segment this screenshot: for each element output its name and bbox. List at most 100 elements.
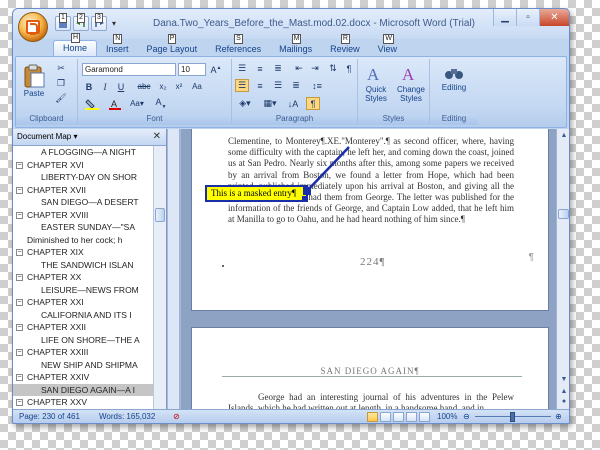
subscript-button[interactable]: x₂ <box>156 80 170 93</box>
document-map-item[interactable]: − CHAPTER XXI <box>13 296 153 309</box>
scroll-down-icon[interactable]: ▼ <box>558 374 569 386</box>
tab-review[interactable]: Review R <box>321 34 369 56</box>
decrease-indent-button[interactable]: ⇤ <box>292 62 306 75</box>
align-center-button[interactable]: ≡ <box>253 79 267 92</box>
full-screen-reading-button[interactable] <box>380 412 391 422</box>
print-layout-button[interactable] <box>367 412 378 422</box>
close-pane-icon[interactable]: ✕ <box>153 131 161 142</box>
zoom-in-icon[interactable]: ⊕ <box>555 412 562 421</box>
document-map-item[interactable]: A FLOGGING—A NIGHT <box>13 146 153 159</box>
document-map-item[interactable]: SAN DIEGO AGAIN—A I <box>13 383 153 396</box>
customize-qat-icon[interactable]: ▾ <box>112 16 116 31</box>
web-layout-button[interactable] <box>393 412 404 422</box>
close-button[interactable]: ✕ <box>539 9 569 26</box>
cut-button[interactable]: ✂ <box>54 62 68 75</box>
zoom-slider-thumb[interactable] <box>510 412 515 422</box>
numbering-button[interactable]: ≡ <box>253 62 267 75</box>
document-map-item[interactable]: − CHAPTER XVIII <box>13 209 153 222</box>
font-case-button[interactable]: Aa▾ <box>128 97 146 110</box>
document-map-item[interactable]: SAN DIEGO—A DESERT <box>13 196 153 209</box>
minimize-button[interactable]: ▁ <box>493 9 516 26</box>
zoom-level[interactable]: 100% <box>437 412 457 421</box>
borders-button[interactable]: ▦▾ <box>260 97 280 110</box>
document-map-item[interactable]: − CHAPTER XX <box>13 271 153 284</box>
strikethrough-button[interactable]: abc <box>134 80 154 93</box>
tab-page-layout[interactable]: Page Layout P <box>138 34 207 56</box>
document-map-item[interactable]: NEW SHIP AND SHIPMA <box>13 359 153 372</box>
maximize-button[interactable]: ▫ <box>516 9 539 26</box>
document-map-item[interactable]: − CHAPTER XXIV <box>13 371 153 384</box>
font-size-select[interactable]: 10 <box>178 63 206 76</box>
chevron-down-icon[interactable]: ▾ <box>73 132 77 141</box>
change-styles-button[interactable]: A Change Styles <box>394 63 428 103</box>
align-left-button[interactable]: ☰ <box>235 79 249 92</box>
format-painter-button[interactable]: 🖌 <box>54 92 68 105</box>
document-map-item[interactable]: LIFE ON SHORE—THE A <box>13 334 153 347</box>
scroll-up-icon[interactable]: ▲ <box>558 130 569 142</box>
collapse-icon[interactable]: − <box>16 349 23 357</box>
document-map-item[interactable]: − CHAPTER XIX <box>13 246 153 259</box>
align-right-button[interactable]: ☰ <box>271 79 285 92</box>
font-family-select[interactable]: Garamond <box>82 63 176 76</box>
document-map-title[interactable]: Document Map <box>17 132 71 141</box>
document-map-item[interactable]: − CHAPTER XXII <box>13 321 153 334</box>
grow-font-button[interactable]: A▲ <box>209 63 223 76</box>
line-spacing-button[interactable]: ↕≡ <box>308 79 326 92</box>
clear-format-button[interactable]: A▼ <box>152 97 170 110</box>
document-map-item[interactable]: CALIFORNIA AND ITS I <box>13 309 153 322</box>
multilevel-list-button[interactable]: ≣ <box>271 62 285 75</box>
collapse-icon[interactable]: − <box>16 211 23 219</box>
quick-styles-button[interactable]: A Quick Styles <box>360 63 392 103</box>
pilcrow-toggle-button[interactable]: ¶ <box>306 97 320 110</box>
sort-button[interactable]: ⇅ <box>326 62 340 75</box>
bold-button[interactable]: B <box>82 80 96 93</box>
document-map-item[interactable]: THE SANDWICH ISLAN <box>13 259 153 272</box>
proofing-icon[interactable]: ⊘ <box>173 412 180 421</box>
document-map-item[interactable]: EASTER SUNDAY—"SA <box>13 221 153 234</box>
word-count[interactable]: Words: 165,032 <box>99 412 155 421</box>
zoom-out-icon[interactable]: ⊖ <box>463 412 470 421</box>
outline-button[interactable] <box>406 412 417 422</box>
collapse-icon[interactable]: − <box>16 274 23 282</box>
page-225[interactable]: SAN DIEGO AGAIN¶ George had an interesti… <box>191 327 549 411</box>
document-map-item[interactable]: − CHAPTER XVII <box>13 184 153 197</box>
tab-view[interactable]: View W <box>369 34 406 56</box>
shading-button[interactable]: ◈▾ <box>235 97 255 110</box>
document-map-item[interactable]: − CHAPTER XVI <box>13 159 153 172</box>
underline-button[interactable]: U <box>114 80 128 93</box>
italic-button[interactable]: I <box>98 80 112 93</box>
collapse-icon[interactable]: − <box>16 161 23 169</box>
document-scroll-thumb[interactable] <box>558 209 569 219</box>
document-map-item[interactable]: − CHAPTER XXV <box>13 396 153 409</box>
collapse-icon[interactable]: − <box>16 374 23 382</box>
editing-button[interactable]: Editing <box>436 63 472 92</box>
office-button[interactable] <box>18 12 48 42</box>
document-map-item[interactable]: LIBERTY-DAY ON SHOR <box>13 171 153 184</box>
redo-button[interactable]: 3 <box>91 13 107 31</box>
collapse-icon[interactable]: − <box>16 299 23 307</box>
document-map-item[interactable]: Diminished to her cock; h <box>13 234 153 247</box>
justify-button[interactable]: ≣ <box>289 79 303 92</box>
collapse-icon[interactable]: − <box>16 186 23 194</box>
sort-az-button[interactable]: ↓A <box>284 97 302 110</box>
page-count[interactable]: Page: 230 of 461 <box>19 412 80 421</box>
tab-insert[interactable]: Insert N <box>97 34 138 56</box>
copy-button[interactable]: ❐ <box>54 77 68 90</box>
scrollbar-thumb[interactable] <box>155 208 165 222</box>
change-case-button[interactable]: Aa <box>190 80 204 93</box>
draft-button[interactable] <box>419 412 430 422</box>
paste-button[interactable]: Paste <box>20 63 48 98</box>
show-marks-button[interactable]: ¶ <box>342 62 356 75</box>
collapse-icon[interactable]: − <box>16 324 23 332</box>
undo-button[interactable]: 2 <box>73 13 89 31</box>
document-map-scrollbar[interactable] <box>153 146 166 411</box>
superscript-button[interactable]: x² <box>172 80 186 93</box>
increase-indent-button[interactable]: ⇥ <box>308 62 322 75</box>
document-map-item[interactable]: LEISURE—NEWS FROM <box>13 284 153 297</box>
highlight-button[interactable] <box>82 97 102 110</box>
document-scrollbar[interactable]: ▲ ▼ ▲ ● <box>556 129 569 411</box>
collapse-icon[interactable]: − <box>16 249 23 257</box>
document-map-item[interactable]: − CHAPTER XXIII <box>13 346 153 359</box>
bullets-button[interactable]: ☰ <box>235 62 249 75</box>
tab-references[interactable]: References S <box>206 34 270 56</box>
